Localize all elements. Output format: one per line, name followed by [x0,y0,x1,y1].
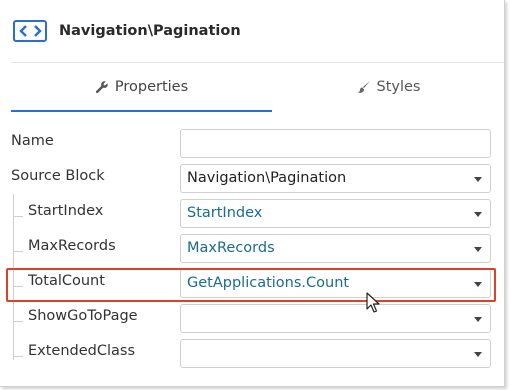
select-value: MaxRecords [187,240,275,256]
property-label: ShowGoToPage [28,308,138,324]
select-value: Navigation\Pagination [187,170,347,186]
source-block-select[interactable]: Navigation\Pagination [180,164,491,193]
property-label: Name [11,133,54,149]
maxrecords-select[interactable]: MaxRecords [180,234,491,263]
extendedclass-select[interactable] [180,339,491,368]
property-row-extendedclass: ExtendedClass [0,336,504,371]
startindex-select[interactable]: StartIndex [180,199,491,228]
tab-properties[interactable]: Properties [11,63,272,112]
panel-header: Navigation\Pagination [0,0,504,62]
property-row-source-block: Source Block Navigation\Pagination [0,161,504,196]
showgotopage-select[interactable] [180,304,491,333]
property-row-name: Name [0,126,504,161]
tab-properties-label: Properties [114,79,189,95]
wrench-icon [95,80,109,94]
caret-down-icon [474,247,482,252]
property-label: ExtendedClass [28,343,136,359]
tab-styles[interactable]: Styles [272,63,504,111]
highlight-box [6,268,496,302]
mouse-pointer-icon [366,292,380,318]
property-row-startindex: StartIndex StartIndex [0,196,504,231]
property-label: MaxRecords [28,238,116,254]
property-row-maxrecords: MaxRecords MaxRecords [0,231,504,266]
select-value: StartIndex [187,205,263,221]
caret-down-icon [474,212,482,217]
tab-styles-label: Styles [376,79,421,95]
property-label: Source Block [11,168,105,184]
brush-icon [357,80,371,94]
property-row-showgotopage: ShowGoToPage [0,301,504,336]
caret-down-icon [474,352,482,357]
properties-panel: Navigation\Pagination Properties Styles [0,0,505,387]
chevron-right-icon [33,25,42,37]
property-label: StartIndex [28,203,104,219]
page-title: Navigation\Pagination [59,23,241,39]
tab-bar: Properties Styles [11,62,504,112]
caret-down-icon [474,317,482,322]
navigation-block-icon [13,20,47,42]
caret-down-icon [474,177,482,182]
chevron-left-icon [18,25,27,37]
name-input[interactable] [180,129,491,158]
